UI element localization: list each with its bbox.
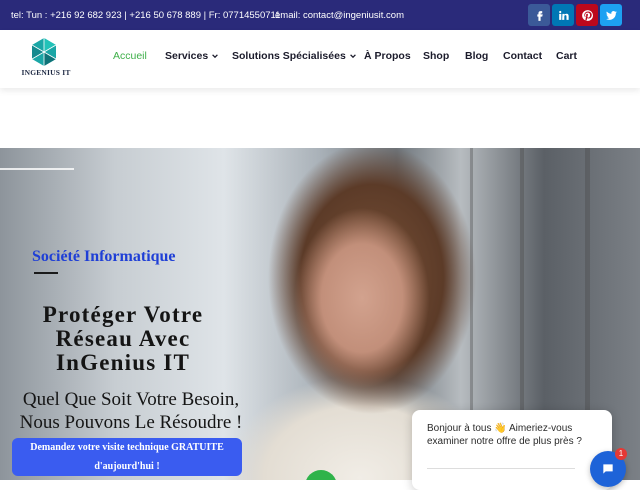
facebook-icon[interactable] [528,4,550,26]
nav-a-propos[interactable]: À Propos [364,50,411,62]
nav-blog-label: Blog [465,50,489,62]
phone-numbers: tel: Tun : +216 92 682 923 | +216 50 678… [11,10,281,21]
email-link[interactable]: email: contact@ingeniusit.com [275,10,404,21]
hero-headline: Protéger Votre Réseau Avec InGenius IT [42,302,204,375]
cta-button[interactable]: Demandez votre visite technique GRATUITE… [12,438,242,476]
nav-services-label: Services [165,50,209,62]
chat-message: Bonjour à tous 👋 Aimeriez-vous examiner … [427,423,582,447]
nav-a-propos-label: À Propos [364,50,411,62]
pinterest-icon[interactable] [576,4,598,26]
chat-icon [603,464,613,474]
nav-shop[interactable]: Shop [423,50,449,62]
chat-badge: 1 [615,448,627,460]
nav-blog[interactable]: Blog [465,50,488,62]
site-header: INGENIUS IT Accueil Services Solutions S… [0,30,640,88]
nav-accueil-label: Accueil [113,50,147,62]
nav-solutions[interactable]: Solutions Spécialisées [232,50,357,62]
nav-cart-label: Cart [556,50,578,62]
chevron-down-icon [212,54,219,59]
hero-eyebrow: Société Informatique [32,248,176,265]
nav-solutions-label: Solutions Spécialisées [232,50,346,62]
logo-text: INGENIUS IT [21,68,71,77]
nav-shop-label: Shop [423,50,450,62]
nav-contact-label: Contact [503,50,543,62]
top-bar: tel: Tun : +216 92 682 923 | +216 50 678… [0,0,640,30]
eyebrow-underline [34,272,58,274]
hero-subheadline: Quel Que Soit Votre Besoin, Nous Pouvons… [19,389,243,433]
chat-popup[interactable]: Bonjour à tous 👋 Aimeriez-vous examiner … [412,410,612,490]
logo-mark-icon [31,38,57,66]
linkedin-icon[interactable] [552,4,574,26]
chevron-down-icon [349,54,356,59]
chat-divider [427,468,575,469]
twitter-icon[interactable] [600,4,622,26]
nav-contact[interactable]: Contact [503,50,542,62]
nav-services[interactable]: Services [165,50,219,62]
nav-cart[interactable]: Cart [556,50,577,62]
nav-accueil[interactable]: Accueil [113,50,147,62]
hero-divider [0,168,74,170]
whatsapp-icon[interactable] [305,470,337,480]
logo[interactable]: INGENIUS IT [21,37,71,81]
